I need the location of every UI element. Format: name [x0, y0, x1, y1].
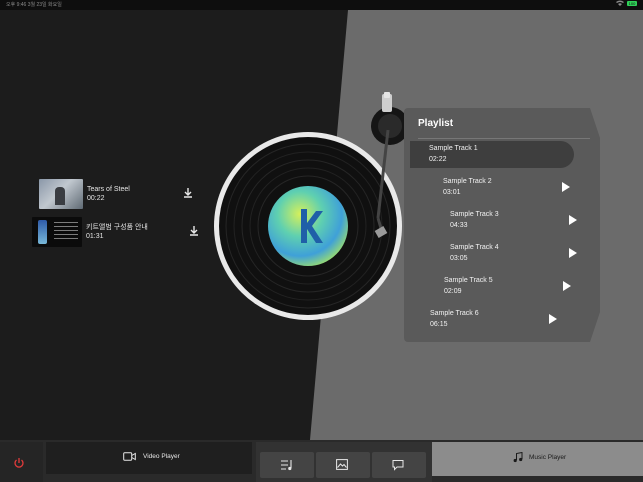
track-item[interactable]: Sample Track 6 06:15: [430, 308, 479, 330]
video-duration: 01:31: [86, 233, 104, 240]
playlist-icon: [281, 460, 292, 471]
track-item[interactable]: Sample Track 2 03:01: [443, 176, 492, 198]
wifi-icon: [616, 0, 624, 6]
status-right: 100: [616, 0, 637, 6]
playlist-title: Playlist: [418, 118, 454, 129]
play-icon[interactable]: [569, 248, 577, 258]
video-duration: 00:22: [87, 195, 105, 202]
playlist-tab-button[interactable]: [260, 452, 314, 478]
track-duration: 02:09: [444, 288, 462, 295]
track-duration: 06:15: [430, 321, 448, 328]
video-player-label: Video Player: [143, 453, 180, 460]
track-item[interactable]: Sample Track 1 02:22: [429, 143, 478, 165]
video-thumbnail: [39, 179, 83, 209]
image-icon: [336, 459, 348, 470]
track-item[interactable]: Sample Track 4 03:05: [450, 242, 499, 264]
track-duration: 03:01: [443, 189, 461, 196]
track-name: Sample Track 4: [450, 244, 499, 251]
video-title: 키트앨범 구성품 안내: [86, 224, 148, 231]
status-bar: 오후 9:46 3월 23일 화요일 100: [0, 0, 643, 10]
video-list-item[interactable]: 키트앨범 구성품 안내 01:31: [32, 217, 202, 247]
track-item[interactable]: Sample Track 5 02:09: [444, 275, 493, 297]
chat-tab-button[interactable]: [372, 452, 426, 478]
status-date: 3월 23일 화요일: [27, 2, 62, 8]
video-text: Tears of Steel 00:22: [87, 185, 130, 203]
video-list-item[interactable]: Tears of Steel 00:22: [39, 179, 199, 209]
play-icon[interactable]: [562, 182, 570, 192]
video-title: Tears of Steel: [87, 186, 130, 193]
track-duration: 02:22: [429, 156, 447, 163]
track-name: Sample Track 1: [429, 145, 478, 152]
track-item[interactable]: Sample Track 3 04:33: [450, 209, 499, 231]
video-thumbnail: [32, 217, 82, 247]
video-camera-icon: [123, 452, 136, 461]
image-tab-button[interactable]: [316, 452, 370, 478]
video-text: 키트앨범 구성품 안내 01:31: [86, 223, 148, 241]
play-icon[interactable]: [549, 314, 557, 324]
download-icon[interactable]: [187, 224, 201, 238]
music-note-icon: [513, 452, 523, 463]
play-icon[interactable]: [569, 215, 577, 225]
music-player-tab[interactable]: Music Player: [432, 442, 643, 476]
status-time: 오후 9:46: [6, 2, 27, 8]
track-name: Sample Track 5: [444, 277, 493, 284]
play-icon[interactable]: [563, 281, 571, 291]
chat-icon: [392, 460, 404, 471]
track-name: Sample Track 2: [443, 178, 492, 185]
track-name: Sample Track 3: [450, 211, 499, 218]
video-player-tab[interactable]: Video Player: [46, 442, 252, 474]
playlist-divider: [418, 138, 590, 139]
track-duration: 03:05: [450, 255, 468, 262]
track-name: Sample Track 6: [430, 310, 479, 317]
power-icon: [14, 458, 24, 468]
battery-icon: 100: [627, 0, 637, 6]
music-player-label: Music Player: [529, 454, 567, 461]
download-icon[interactable]: [181, 186, 195, 200]
power-button[interactable]: [0, 442, 43, 482]
status-left: 오후 9:46 3월 23일 화요일: [6, 0, 62, 10]
track-duration: 04:33: [450, 222, 468, 229]
